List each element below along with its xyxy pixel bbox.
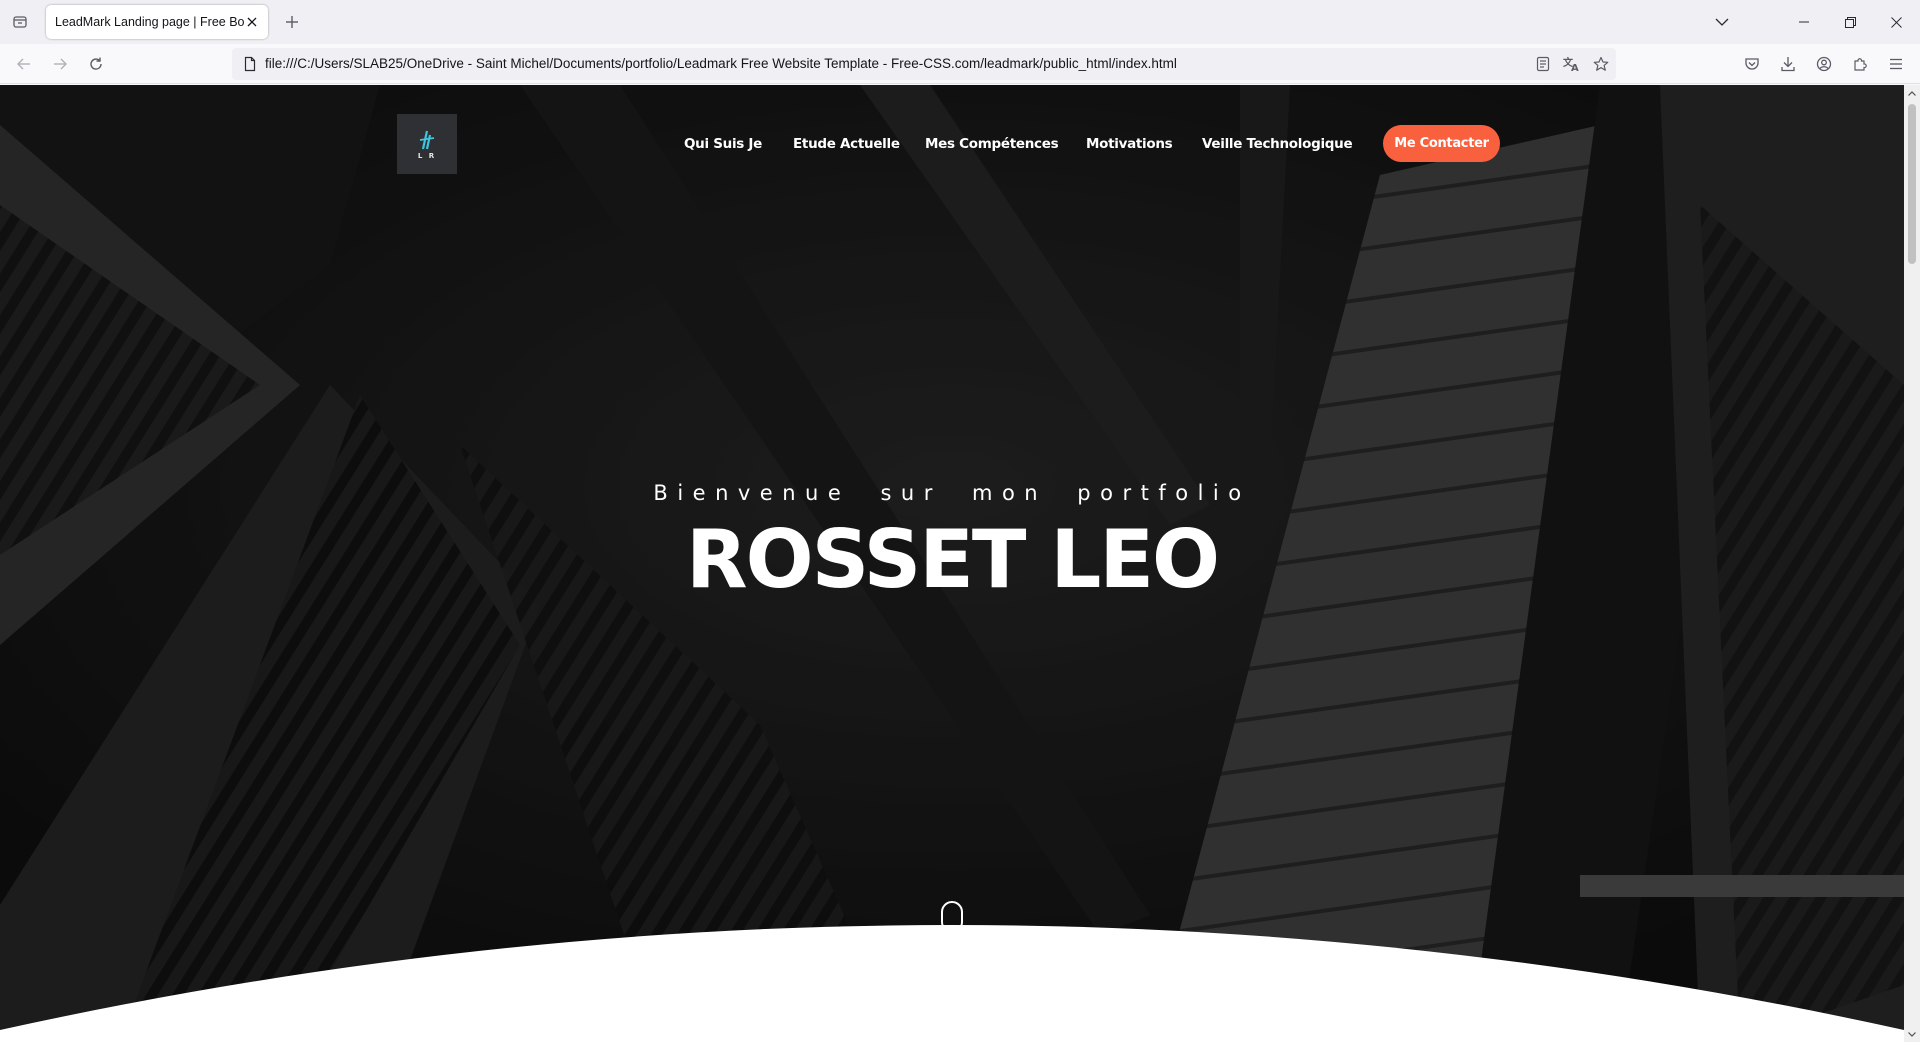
- plus-icon[interactable]: [280, 10, 304, 34]
- restore-icon[interactable]: [1836, 8, 1864, 36]
- minimize-icon[interactable]: [1790, 8, 1818, 36]
- scroll-down-arrow-icon[interactable]: [1904, 1026, 1920, 1042]
- url-bar[interactable]: file:///C:/Users/SLAB25/OneDrive - Saint…: [232, 48, 1616, 80]
- download-icon[interactable]: [1776, 52, 1800, 76]
- tab-list-icon[interactable]: [8, 10, 32, 34]
- page-viewport: L R Qui Suis Je Etude Actuelle Mes Compé…: [0, 85, 1904, 1042]
- browser-nav-bar: file:///C:/Users/SLAB25/OneDrive - Saint…: [0, 44, 1920, 84]
- scrollbar-thumb[interactable]: [1908, 104, 1916, 264]
- chevron-down-icon[interactable]: [1708, 8, 1736, 36]
- puzzle-icon[interactable]: [1848, 52, 1872, 76]
- arrow-left-icon[interactable]: [12, 52, 36, 76]
- url-text[interactable]: file:///C:/Users/SLAB25/OneDrive - Saint…: [265, 56, 1177, 71]
- browser-tab-bar: LeadMark Landing page | Free Boot: [0, 0, 1920, 44]
- page-icon: [242, 56, 258, 72]
- svg-text:A: A: [1571, 63, 1579, 72]
- page-scrollbar[interactable]: [1904, 85, 1920, 1042]
- scroll-up-icon[interactable]: [1904, 85, 1920, 101]
- account-icon[interactable]: [1812, 52, 1836, 76]
- hero-bottom-curve: [0, 925, 1904, 1042]
- hamburger-icon[interactable]: [1884, 52, 1908, 76]
- hero-section: L R Qui Suis Je Etude Actuelle Mes Compé…: [0, 85, 1904, 1042]
- close-icon[interactable]: [244, 14, 260, 30]
- star-icon[interactable]: [1591, 54, 1611, 74]
- pocket-icon[interactable]: [1740, 52, 1764, 76]
- reload-icon[interactable]: [84, 52, 108, 76]
- close-window-icon[interactable]: [1882, 8, 1910, 36]
- translate-icon[interactable]: 文A: [1562, 54, 1582, 74]
- reader-view-icon[interactable]: [1533, 54, 1553, 74]
- tab-title: LeadMark Landing page | Free Boot: [55, 15, 244, 29]
- arrow-right-icon[interactable]: [48, 52, 72, 76]
- active-tab[interactable]: LeadMark Landing page | Free Boot: [46, 5, 268, 39]
